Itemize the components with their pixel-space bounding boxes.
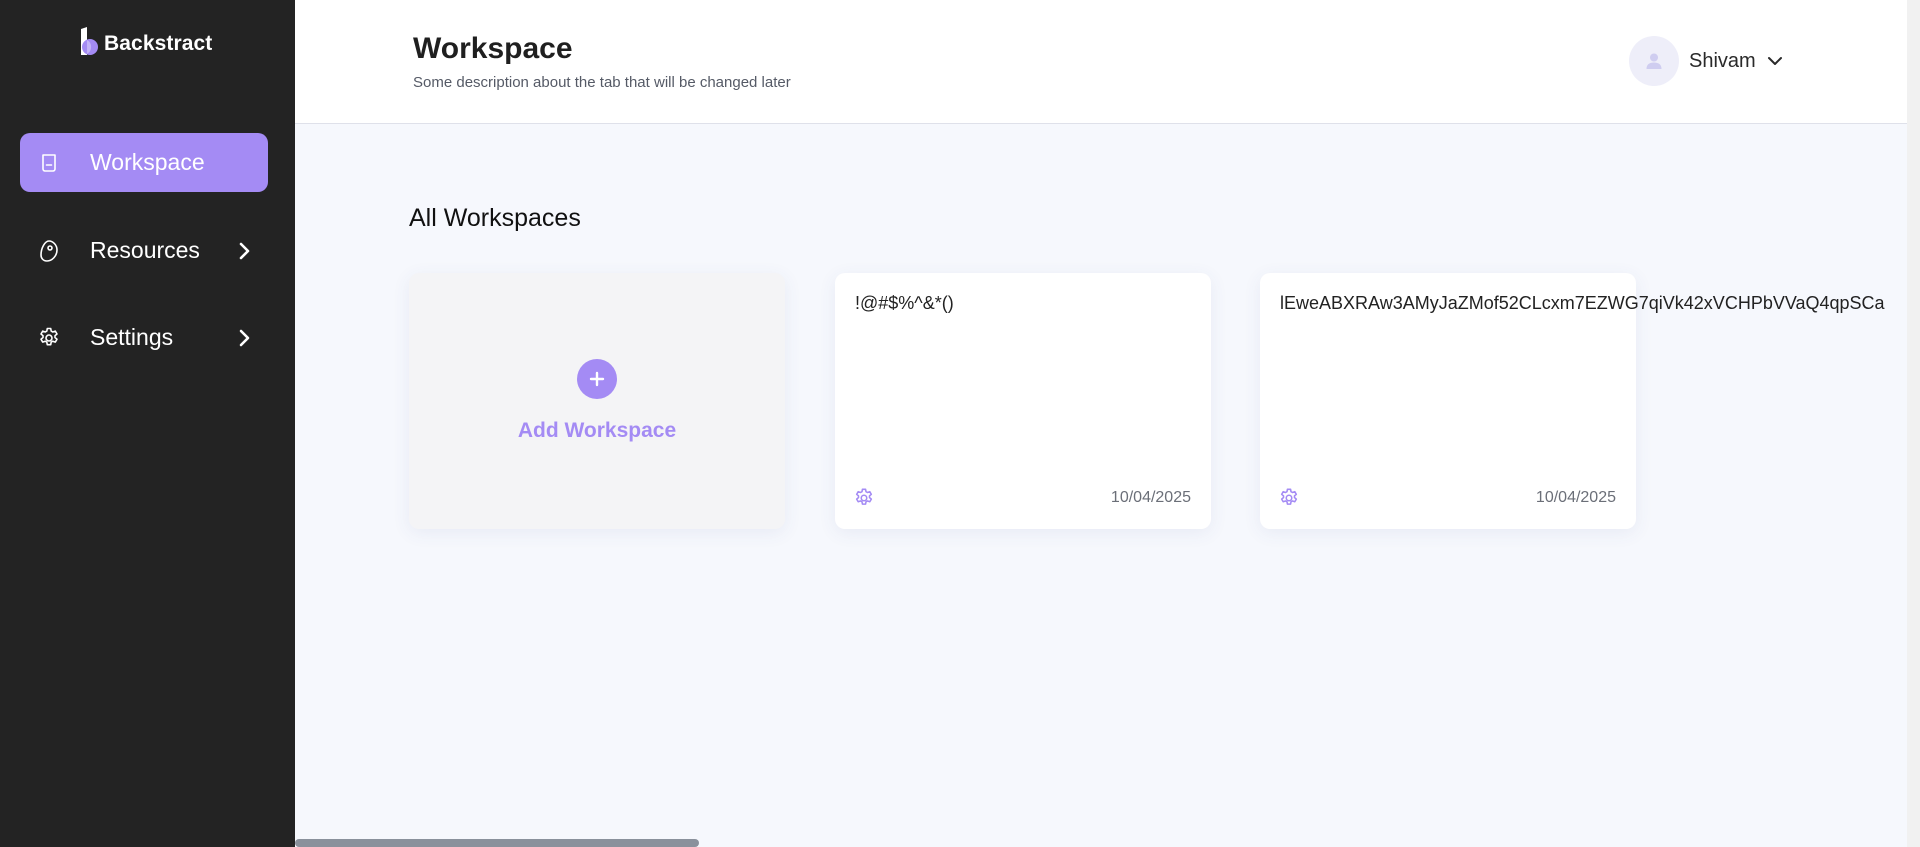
backstract-logo-icon bbox=[78, 26, 98, 62]
chevron-right-icon bbox=[232, 326, 256, 350]
workspace-settings-gear-icon[interactable] bbox=[1278, 487, 1300, 509]
horizontal-scrollbar-thumb[interactable] bbox=[295, 839, 699, 847]
chevron-down-icon bbox=[1766, 52, 1784, 70]
add-workspace-label: Add Workspace bbox=[517, 419, 677, 442]
sidebar-item-workspace[interactable]: Workspace bbox=[20, 133, 268, 192]
user-menu[interactable]: Shivam bbox=[1629, 36, 1784, 86]
gear-icon bbox=[36, 325, 62, 351]
sidebar-item-label: Workspace bbox=[90, 149, 205, 175]
workspace-date: 10/04/2025 bbox=[1110, 489, 1191, 506]
resources-tag-icon bbox=[36, 238, 62, 264]
page-title: Workspace bbox=[413, 32, 573, 65]
add-workspace-card[interactable]: Add Workspace bbox=[409, 273, 785, 529]
workspace-name: !@#$%^&*() bbox=[855, 293, 954, 313]
sidebar-item-settings[interactable]: Settings bbox=[20, 308, 268, 367]
workspace-date: 10/04/2025 bbox=[1535, 489, 1616, 506]
user-avatar-icon bbox=[1629, 36, 1679, 86]
page-description: Some description about the tab that will… bbox=[413, 74, 791, 91]
page-header: Workspace Some description about the tab… bbox=[295, 0, 1907, 124]
brand-logo[interactable]: Backstract bbox=[78, 26, 213, 62]
chevron-right-icon bbox=[232, 239, 256, 263]
sidebar-item-resources[interactable]: Resources bbox=[20, 221, 268, 280]
brand-name: Backstract bbox=[104, 32, 213, 55]
workspace-icon bbox=[36, 150, 62, 176]
vertical-scrollbar[interactable] bbox=[1907, 0, 1920, 847]
workspace-card[interactable]: !@#$%^&*() 10/04/2025 bbox=[835, 273, 1211, 529]
user-name: Shivam bbox=[1689, 49, 1756, 72]
workspace-settings-gear-icon[interactable] bbox=[853, 487, 875, 509]
sidebar-item-label: Resources bbox=[90, 237, 200, 263]
plus-icon bbox=[577, 359, 617, 399]
section-title: All Workspaces bbox=[409, 204, 581, 232]
sidebar: Backstract Workspace Resources Settings bbox=[0, 0, 295, 847]
workspace-name: lEweABXRAw3AMyJaZMof52CLcxm7EZWG7qiVk42x… bbox=[1280, 293, 1885, 313]
workspace-card[interactable]: lEweABXRAw3AMyJaZMof52CLcxm7EZWG7qiVk42x… bbox=[1260, 273, 1885, 529]
sidebar-item-label: Settings bbox=[90, 324, 174, 350]
